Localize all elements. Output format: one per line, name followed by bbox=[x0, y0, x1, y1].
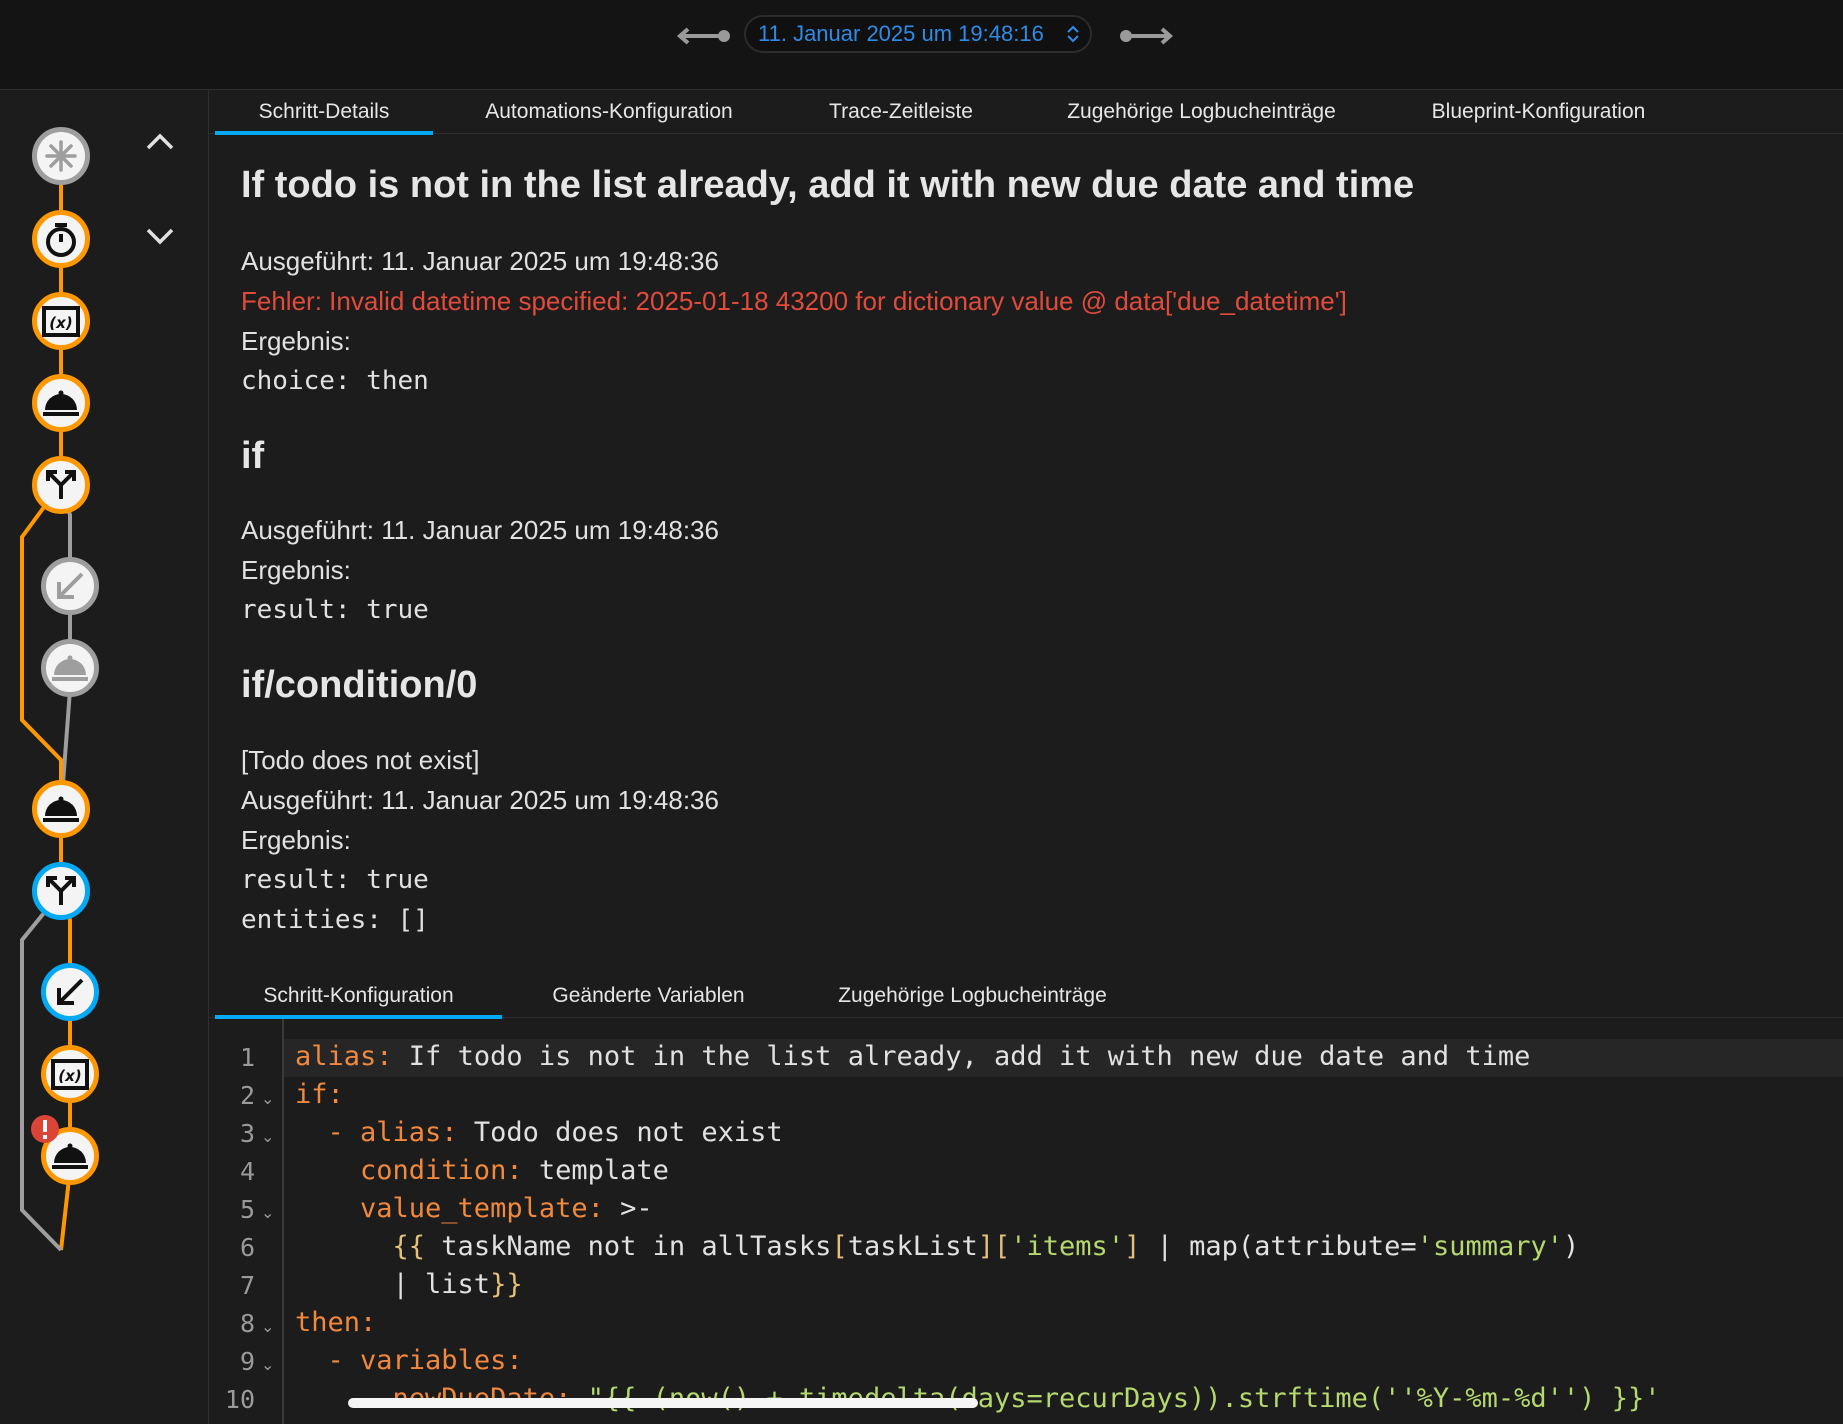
svg-text:(x): (x) bbox=[58, 1067, 81, 1085]
service-node-skipped[interactable] bbox=[41, 639, 99, 697]
trace-datetime-select[interactable]: 11. Januar 2025 um 19:48:16 bbox=[744, 15, 1092, 53]
bottom-tabs: Schritt-Konfiguration Geänderte Variable… bbox=[209, 974, 1843, 1019]
timer-icon bbox=[46, 223, 76, 257]
code-line-2: if: bbox=[295, 1079, 344, 1110]
fold-chevron-icon[interactable]: ⌄ bbox=[261, 1127, 274, 1147]
code-line-8: then: bbox=[295, 1307, 377, 1338]
previous-trace-arrow-icon[interactable] bbox=[672, 24, 732, 48]
section-condition-title: if/condition/0 bbox=[241, 664, 478, 706]
step-executed: Ausgeführt: 11. Januar 2025 um 19:48:36 bbox=[241, 246, 719, 276]
code-line-6: {{ taskName not in allTasks[taskList]['i… bbox=[295, 1231, 1580, 1262]
service-icon bbox=[43, 390, 79, 416]
trace-details-panel: Schritt-Details Automations-Konfiguratio… bbox=[209, 90, 1843, 1424]
trace-graph-lines bbox=[20, 155, 72, 1252]
fold-chevron-icon[interactable]: ⌄ bbox=[261, 1355, 274, 1375]
code-line-4: condition: template bbox=[295, 1155, 669, 1186]
tab-step-config[interactable]: Schritt-Konfiguration bbox=[215, 974, 502, 1019]
select-chevron-icon bbox=[1067, 25, 1079, 43]
trace-navigation-bar: 11. Januar 2025 um 19:48:16 bbox=[0, 0, 1843, 90]
tab-step-logbook[interactable]: Zugehörige Logbucheinträge bbox=[807, 974, 1138, 1015]
code-line-9: - variables: bbox=[295, 1345, 523, 1376]
variables-node[interactable]: (x) bbox=[32, 292, 90, 350]
horizontal-scrollbar[interactable] bbox=[348, 1398, 978, 1408]
choose-icon bbox=[46, 876, 76, 905]
fold-chevron-icon[interactable]: ⌄ bbox=[261, 1089, 274, 1109]
branch-icon bbox=[57, 572, 84, 599]
chevron-down-icon[interactable] bbox=[144, 224, 176, 248]
step-error: Fehler: Invalid datetime specified: 2025… bbox=[241, 286, 1347, 316]
line-number: 4 bbox=[239, 1157, 255, 1186]
section-if-title: if bbox=[241, 435, 265, 477]
fold-chevron-icon[interactable]: ⌄ bbox=[261, 1317, 274, 1337]
section-condition-executed: Ausgeführt: 11. Januar 2025 um 19:48:36 bbox=[241, 785, 719, 815]
line-number: 3 bbox=[239, 1119, 255, 1148]
step-result: choice: then bbox=[241, 366, 429, 396]
line-number: 2 bbox=[239, 1081, 255, 1110]
tab-step-details[interactable]: Schritt-Details bbox=[215, 90, 433, 135]
tab-changed-variables[interactable]: Geänderte Variablen bbox=[524, 974, 773, 1015]
tab-logbook-entries[interactable]: Zugehörige Logbucheinträge bbox=[1036, 90, 1367, 131]
variables-icon: (x) bbox=[51, 1059, 89, 1090]
yaml-code-editor[interactable]: 1 2 3 4 5 6 7 8 9 10 ⌄ ⌄ ⌄ ⌄ ⌄ alias: If… bbox=[209, 1019, 1843, 1424]
section-if-executed: Ausgeführt: 11. Januar 2025 um 19:48:36 bbox=[241, 515, 719, 545]
top-tabs: Schritt-Details Automations-Konfiguratio… bbox=[209, 90, 1843, 135]
variables-icon: (x) bbox=[42, 306, 80, 337]
trace-graph: (x) (x) bbox=[0, 90, 209, 1424]
choose-node[interactable] bbox=[32, 456, 90, 514]
choose-node-selected[interactable] bbox=[32, 862, 90, 920]
svg-text:(x): (x) bbox=[49, 314, 72, 332]
trigger-node[interactable] bbox=[32, 127, 90, 185]
next-trace-arrow-icon[interactable] bbox=[1118, 24, 1178, 48]
section-condition-alias: [Todo does not exist] bbox=[241, 745, 480, 775]
line-number: 1 bbox=[239, 1043, 255, 1072]
branch-icon bbox=[57, 978, 84, 1005]
line-number-gutter: 1 2 3 4 5 6 7 8 9 10 ⌄ ⌄ ⌄ ⌄ ⌄ bbox=[209, 1019, 284, 1424]
line-number: 8 bbox=[239, 1309, 255, 1338]
tab-automation-config[interactable]: Automations-Konfiguration bbox=[454, 90, 764, 131]
delay-node[interactable] bbox=[32, 210, 90, 268]
step-result-label: Ergebnis: bbox=[241, 326, 351, 356]
section-if-result: result: true bbox=[241, 595, 429, 625]
code-line-7: | list}} bbox=[295, 1269, 523, 1300]
tab-blueprint-config[interactable]: Blueprint-Konfiguration bbox=[1400, 90, 1677, 131]
code-line-1: alias: If todo is not in the list alread… bbox=[295, 1041, 1531, 1072]
service-node[interactable] bbox=[32, 780, 90, 838]
fold-chevron-icon[interactable]: ⌄ bbox=[261, 1203, 274, 1223]
error-badge-icon bbox=[31, 1115, 59, 1143]
section-condition-entities: entities: [] bbox=[241, 905, 429, 935]
section-if-result-label: Ergebnis: bbox=[241, 555, 351, 585]
trace-datetime-value: 11. Januar 2025 um 19:48:16 bbox=[758, 21, 1044, 46]
line-number: 5 bbox=[239, 1195, 255, 1224]
chevron-up-icon[interactable] bbox=[144, 130, 176, 154]
trigger-icon bbox=[45, 140, 77, 172]
section-condition-result-label: Ergebnis: bbox=[241, 825, 351, 855]
branch-node-active[interactable] bbox=[41, 963, 99, 1021]
line-number: 10 bbox=[224, 1385, 255, 1414]
branch-node-skipped[interactable] bbox=[41, 557, 99, 615]
service-icon bbox=[52, 655, 88, 681]
line-number: 6 bbox=[239, 1233, 255, 1262]
code-line-3: - alias: Todo does not exist bbox=[295, 1117, 783, 1148]
section-condition-result: result: true bbox=[241, 865, 429, 895]
service-icon bbox=[43, 796, 79, 822]
choose-icon bbox=[46, 470, 76, 499]
step-title: If todo is not in the list already, add … bbox=[241, 164, 1415, 206]
service-node[interactable] bbox=[32, 374, 90, 432]
line-number: 9 bbox=[239, 1347, 255, 1376]
code-line-5: value_template: >- bbox=[295, 1193, 653, 1224]
line-number: 7 bbox=[239, 1271, 255, 1300]
variables-node[interactable]: (x) bbox=[41, 1045, 99, 1103]
tab-trace-timeline[interactable]: Trace-Zeitleiste bbox=[800, 90, 1002, 131]
